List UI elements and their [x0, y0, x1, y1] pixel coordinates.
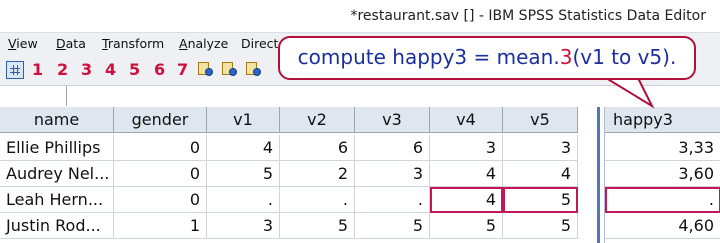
callout-pointer-shape	[602, 77, 655, 109]
callout-text-after: (v1 to v5).	[572, 45, 677, 69]
callout-text: compute happy3 = mean.3(v1 to v5).	[280, 45, 694, 69]
syntax-callout: compute happy3 = mean.3(v1 to v5).	[278, 36, 696, 80]
callout-text-highlight: 3	[559, 45, 573, 69]
callout-text-before: compute happy3 = mean.	[297, 45, 560, 69]
